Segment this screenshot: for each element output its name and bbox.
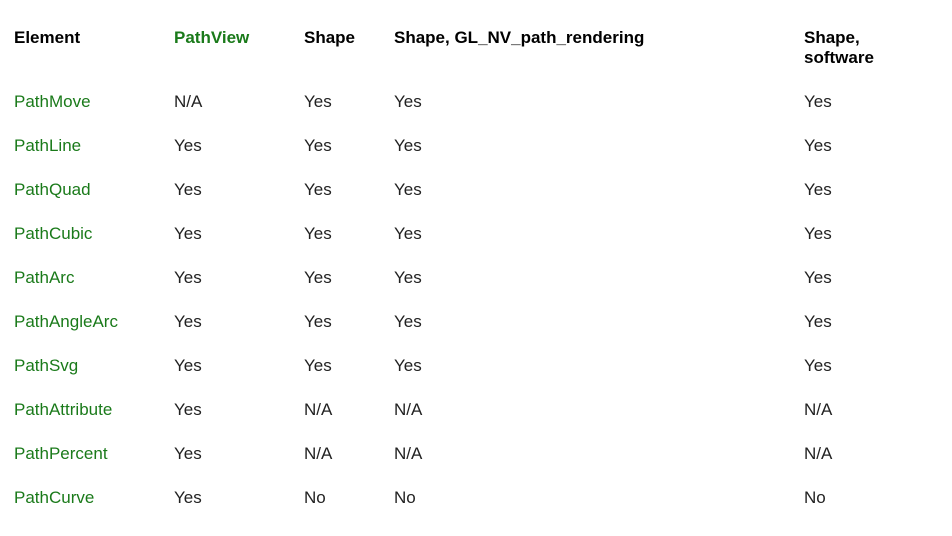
table-row: PathSvg Yes Yes Yes Yes [14, 344, 938, 388]
table-row: PathAngleArc Yes Yes Yes Yes [14, 300, 938, 344]
shape-gl-cell: Yes [394, 80, 804, 124]
pathview-cell: Yes [174, 124, 304, 168]
pathview-cell: N/A [174, 80, 304, 124]
shape-gl-cell: Yes [394, 256, 804, 300]
pathview-cell: Yes [174, 256, 304, 300]
shape-sw-cell: No [804, 476, 938, 520]
shape-cell: Yes [304, 344, 394, 388]
element-link[interactable]: PathAttribute [14, 400, 112, 419]
element-cell: PathLine [14, 124, 174, 168]
element-cell: PathSvg [14, 344, 174, 388]
header-shape-sw: Shape, software [804, 16, 938, 80]
element-cell: PathQuad [14, 168, 174, 212]
shape-gl-cell: Yes [394, 300, 804, 344]
pathview-cell: Yes [174, 344, 304, 388]
shape-sw-cell: Yes [804, 80, 938, 124]
shape-cell: Yes [304, 300, 394, 344]
table-row: PathMove N/A Yes Yes Yes [14, 80, 938, 124]
shape-cell: No [304, 476, 394, 520]
element-cell: PathAttribute [14, 388, 174, 432]
element-link[interactable]: PathPercent [14, 444, 108, 463]
pathview-cell: Yes [174, 300, 304, 344]
shape-sw-cell: N/A [804, 432, 938, 476]
header-shape: Shape [304, 16, 394, 80]
pathview-cell: Yes [174, 476, 304, 520]
shape-cell: Yes [304, 80, 394, 124]
pathview-link[interactable]: PathView [174, 28, 249, 47]
table-row: PathArc Yes Yes Yes Yes [14, 256, 938, 300]
shape-cell: Yes [304, 124, 394, 168]
shape-cell: N/A [304, 432, 394, 476]
shape-sw-cell: Yes [804, 256, 938, 300]
element-link[interactable]: PathLine [14, 136, 81, 155]
table-row: PathCurve Yes No No No [14, 476, 938, 520]
pathview-cell: Yes [174, 212, 304, 256]
table-row: PathQuad Yes Yes Yes Yes [14, 168, 938, 212]
element-link[interactable]: PathCubic [14, 224, 92, 243]
element-cell: PathCubic [14, 212, 174, 256]
shape-gl-cell: Yes [394, 124, 804, 168]
shape-sw-cell: Yes [804, 124, 938, 168]
shape-sw-cell: Yes [804, 344, 938, 388]
shape-gl-cell: N/A [394, 432, 804, 476]
shape-sw-cell: Yes [804, 212, 938, 256]
table-header-row: Element PathView Shape Shape, GL_NV_path… [14, 16, 938, 80]
table-row: PathCubic Yes Yes Yes Yes [14, 212, 938, 256]
header-pathview: PathView [174, 16, 304, 80]
shape-cell: Yes [304, 168, 394, 212]
shape-sw-cell: N/A [804, 388, 938, 432]
shape-cell: Yes [304, 256, 394, 300]
shape-gl-cell: Yes [394, 344, 804, 388]
header-shape-gl: Shape, GL_NV_path_rendering [394, 16, 804, 80]
element-link[interactable]: PathSvg [14, 356, 78, 375]
shape-gl-cell: N/A [394, 388, 804, 432]
shape-cell: N/A [304, 388, 394, 432]
shape-gl-cell: Yes [394, 168, 804, 212]
element-cell: PathArc [14, 256, 174, 300]
shape-sw-cell: Yes [804, 300, 938, 344]
table-row: PathPercent Yes N/A N/A N/A [14, 432, 938, 476]
pathview-cell: Yes [174, 388, 304, 432]
pathview-cell: Yes [174, 432, 304, 476]
element-cell: PathMove [14, 80, 174, 124]
header-element: Element [14, 16, 174, 80]
element-link[interactable]: PathCurve [14, 488, 94, 507]
shape-gl-cell: Yes [394, 212, 804, 256]
shape-gl-cell: No [394, 476, 804, 520]
element-cell: PathCurve [14, 476, 174, 520]
table-row: PathLine Yes Yes Yes Yes [14, 124, 938, 168]
table-row: PathAttribute Yes N/A N/A N/A [14, 388, 938, 432]
element-link[interactable]: PathArc [14, 268, 74, 287]
element-cell: PathAngleArc [14, 300, 174, 344]
path-elements-table: Element PathView Shape Shape, GL_NV_path… [14, 16, 938, 520]
element-link[interactable]: PathAngleArc [14, 312, 118, 331]
pathview-cell: Yes [174, 168, 304, 212]
shape-sw-cell: Yes [804, 168, 938, 212]
element-link[interactable]: PathQuad [14, 180, 91, 199]
element-link[interactable]: PathMove [14, 92, 91, 111]
shape-cell: Yes [304, 212, 394, 256]
table-body: PathMove N/A Yes Yes Yes PathLine Yes Ye… [14, 80, 938, 520]
element-cell: PathPercent [14, 432, 174, 476]
